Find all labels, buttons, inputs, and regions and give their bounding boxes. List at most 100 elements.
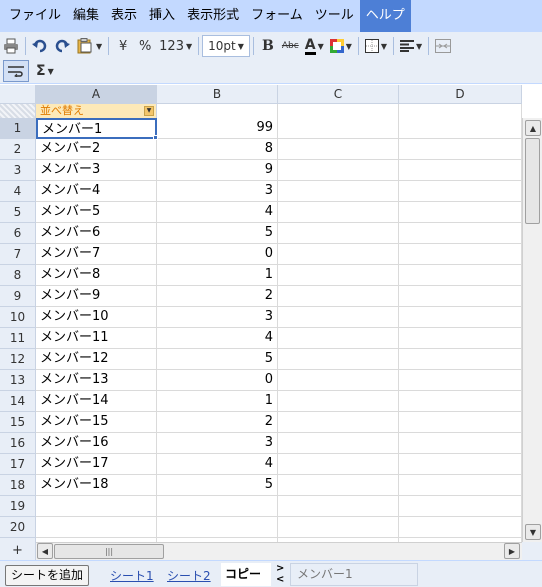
active-cell[interactable]: メンバー1 [36,118,157,139]
row-header[interactable]: 4 [0,181,36,202]
grid-cell[interactable] [278,454,399,475]
grid-cell[interactable] [278,286,399,307]
grid-cell[interactable]: メンバー17 [36,454,157,475]
grid-cell[interactable] [399,139,522,160]
scroll-right-button[interactable]: ▶ [504,543,520,559]
sheet-tab-nav[interactable]: > < [276,563,288,585]
percent-format-button[interactable]: % [134,35,156,57]
grid-cell[interactable]: 8 [157,139,278,160]
grid-cell[interactable] [399,475,522,496]
grid-cell[interactable] [278,496,399,517]
column-header-d[interactable]: D [399,85,522,104]
grid-cell[interactable] [278,475,399,496]
grid-cell[interactable] [278,517,399,538]
grid-cell[interactable] [278,349,399,370]
fill-handle[interactable] [153,135,158,140]
grid-cell[interactable]: メンバー10 [36,307,157,328]
menu-insert[interactable]: 挿入 [143,0,181,32]
grid-cell[interactable] [278,160,399,181]
grid-cell[interactable] [157,517,278,538]
grid-cell[interactable]: メンバー6 [36,223,157,244]
grid-cell[interactable] [278,118,399,139]
grid-cell[interactable]: メンバー12 [36,349,157,370]
menu-form[interactable]: フォーム [245,0,309,32]
borders-button[interactable]: ▼ [362,35,390,57]
grid-cell[interactable] [278,139,399,160]
grid-cell[interactable] [399,391,522,412]
select-all-corner[interactable] [0,85,36,104]
row-header[interactable]: 14 [0,391,36,412]
row-header[interactable]: 12 [0,349,36,370]
grid-cell[interactable]: メンバー7 [36,244,157,265]
grid-cell[interactable]: メンバー13 [36,370,157,391]
add-sheet-button[interactable]: シートを追加 [5,565,90,586]
grid-cell[interactable] [399,307,522,328]
grid-cell[interactable] [399,118,522,139]
grid-cell[interactable]: 99 [157,118,278,139]
grid-cell[interactable]: 5 [157,349,278,370]
grid-cell[interactable] [278,391,399,412]
column-header-a[interactable]: A [36,85,157,104]
grid-cell[interactable] [278,433,399,454]
grid-cell[interactable] [278,412,399,433]
column-header-b[interactable]: B [157,85,278,104]
row-header[interactable]: 19 [0,496,36,517]
grid-cell[interactable]: 4 [157,202,278,223]
horizontal-scroll-thumb[interactable]: ||| [54,544,164,559]
print-button[interactable] [0,35,22,57]
row-header[interactable]: 6 [0,223,36,244]
number-format-dropdown[interactable]: 123 ▼ [156,35,195,57]
merge-cells-button[interactable] [432,35,454,57]
grid-cell[interactable] [278,265,399,286]
bold-button[interactable]: B [257,35,279,57]
row-header[interactable]: 3 [0,160,36,181]
row-header[interactable]: 8 [0,265,36,286]
scroll-left-button[interactable]: ◀ [37,543,53,559]
row-header[interactable]: 16 [0,433,36,454]
grid-cell[interactable] [36,496,157,517]
tab-scroll-prev[interactable]: > [276,563,288,574]
menu-help[interactable]: ヘルプ [359,0,411,32]
text-color-button[interactable]: A ▼ [302,35,327,57]
align-button[interactable]: ▼ [397,35,425,57]
sheet-tab-1[interactable]: シート1 [110,567,154,584]
grid-cell[interactable]: 9 [157,160,278,181]
grid-cell[interactable] [399,349,522,370]
strikethrough-button[interactable]: Abc [279,35,302,57]
grid-cell[interactable] [399,454,522,475]
row-header[interactable]: 1 [0,118,36,139]
grid-cell[interactable]: 4 [157,328,278,349]
row-header[interactable]: 7 [0,244,36,265]
grid-cell[interactable]: メンバー8 [36,265,157,286]
row-header[interactable]: 20 [0,517,36,538]
grid-cell[interactable]: メンバー15 [36,412,157,433]
row-header[interactable]: 17 [0,454,36,475]
grid-cell[interactable]: メンバー16 [36,433,157,454]
grid-cell[interactable] [399,160,522,181]
grid-cell[interactable] [399,286,522,307]
grid-cell[interactable] [278,244,399,265]
grid-cell[interactable]: 2 [157,286,278,307]
grid-cell[interactable]: メンバー3 [36,160,157,181]
grid-cell[interactable]: 5 [157,475,278,496]
grid-cell[interactable]: 0 [157,244,278,265]
paint-format-button[interactable]: ▼ [73,35,105,57]
menu-view[interactable]: 表示 [105,0,143,32]
font-size-dropdown[interactable]: 10pt ▼ [202,35,250,57]
grid-cell[interactable] [399,412,522,433]
vertical-scroll-thumb[interactable] [525,138,540,224]
grid-cell[interactable]: 3 [157,181,278,202]
vertical-scrollbar[interactable]: ▲ ▼ [522,118,542,542]
add-rows-button[interactable]: + [0,542,36,560]
redo-button[interactable] [51,35,73,57]
menu-file[interactable]: ファイル [3,0,67,32]
grid-cell[interactable]: メンバー5 [36,202,157,223]
grid-cell[interactable]: 4 [157,454,278,475]
scroll-down-button[interactable]: ▼ [525,524,541,540]
grid-cell[interactable]: メンバー14 [36,391,157,412]
grid-cell[interactable] [399,265,522,286]
grid-cell[interactable] [278,181,399,202]
grid-cell[interactable] [399,181,522,202]
grid-cell[interactable]: メンバー11 [36,328,157,349]
grid-cell[interactable]: メンバー9 [36,286,157,307]
